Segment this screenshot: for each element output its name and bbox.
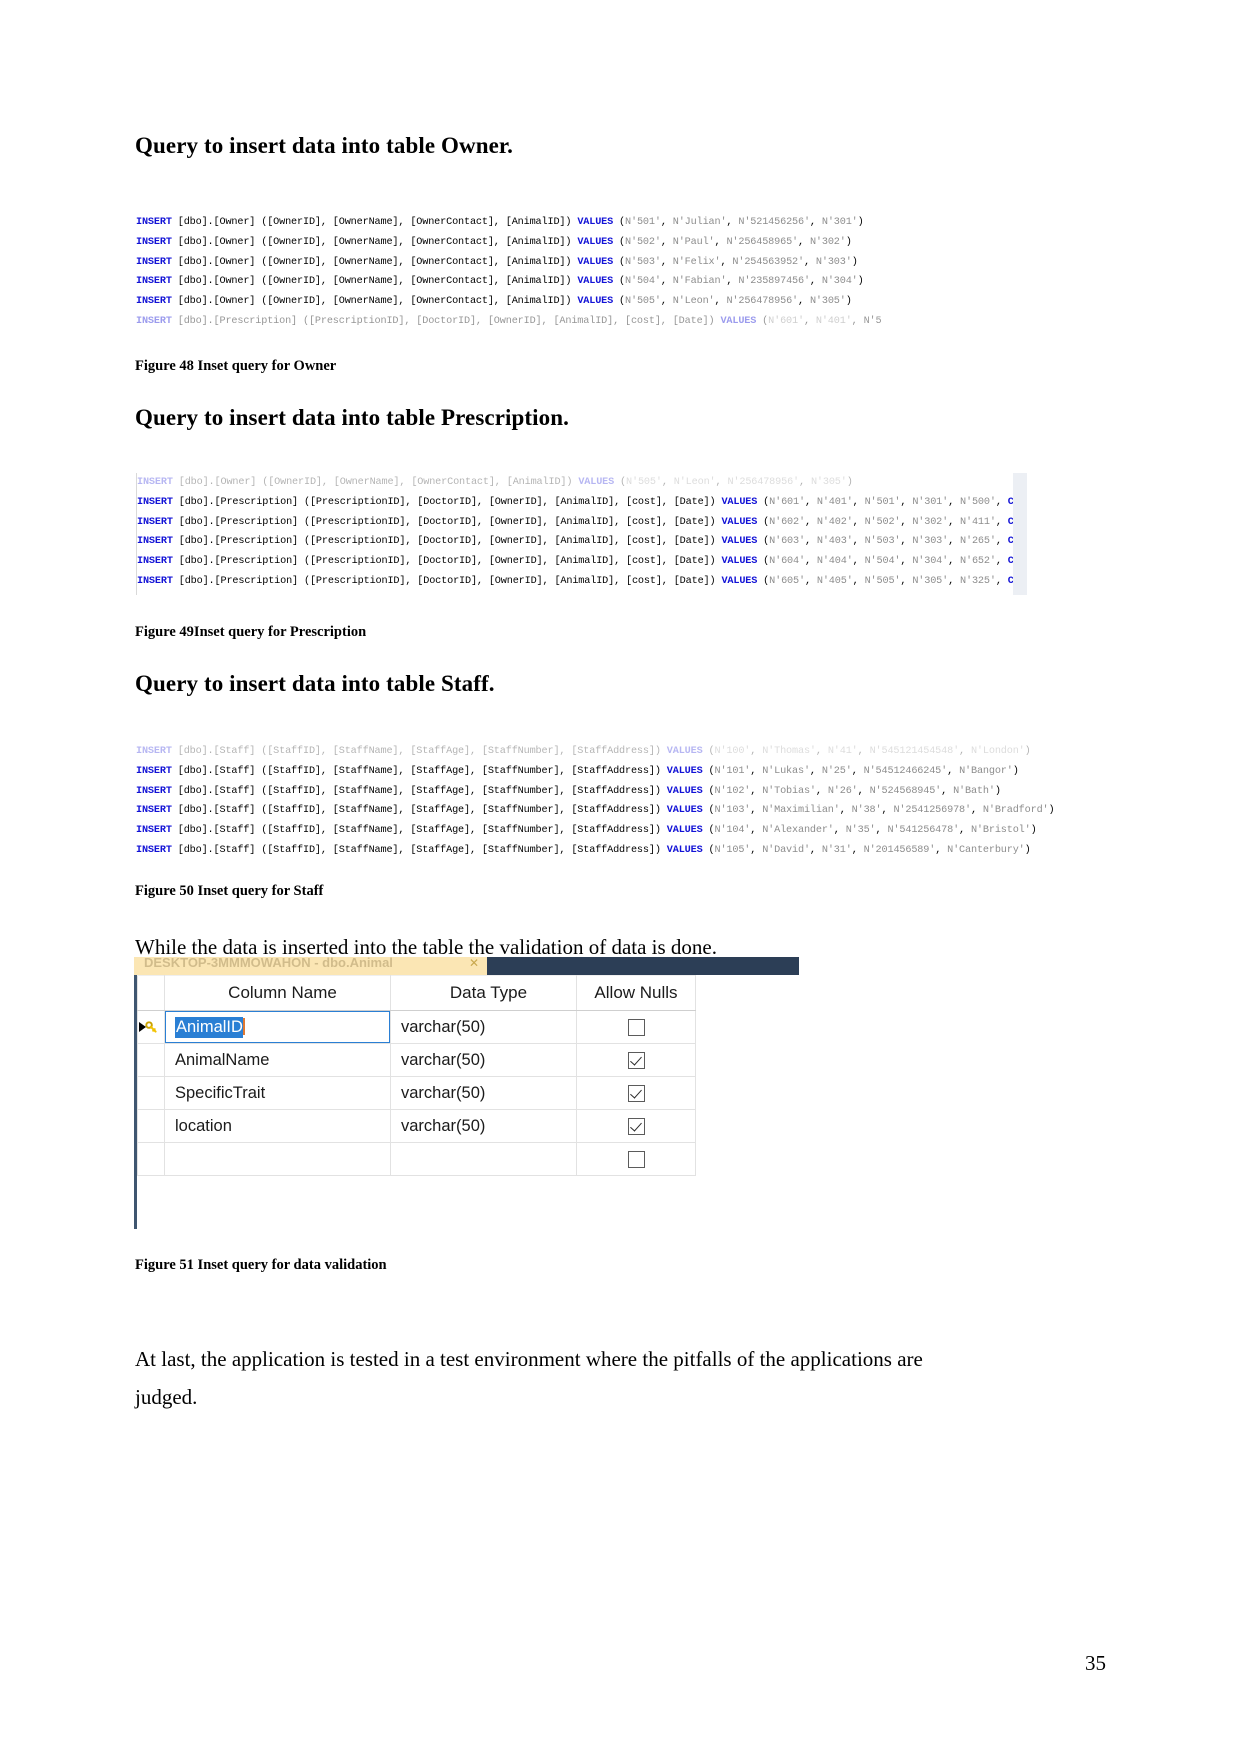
code-line: INSERT [dbo].[Owner] ([OwnerID], [OwnerN… <box>136 256 858 268</box>
code-line: INSERT [dbo].[Owner] ([OwnerID], [OwnerN… <box>136 217 864 228</box>
page-number: 35 <box>1085 1651 1106 1675</box>
cell-allow-nulls[interactable] <box>576 1109 696 1143</box>
code-line: INSERT [dbo].[Staff] ([StaffID], [StaffN… <box>136 844 1031 856</box>
allow-nulls-checkbox[interactable] <box>627 1051 645 1069</box>
cell-column-name[interactable]: SpecificTrait <box>164 1076 391 1110</box>
code-line: INSERT [dbo].[Staff] ([StaffID], [StaffN… <box>136 805 1055 817</box>
code-line: INSERT [dbo].[Staff] ([StaffID], [StaffN… <box>136 746 1031 757</box>
table-row[interactable] <box>137 1142 696 1176</box>
code-line: INSERT [dbo].[Prescription] ([Prescripti… <box>137 516 1027 528</box>
header-allow-nulls[interactable]: Allow Nulls <box>576 975 696 1011</box>
code-line: INSERT [dbo].[Owner] ([OwnerID], [OwnerN… <box>136 296 852 308</box>
header-data-type[interactable]: Data Type <box>390 975 577 1011</box>
allow-nulls-checkbox[interactable] <box>627 1150 645 1168</box>
code-line: INSERT [dbo].[Owner] ([OwnerID], [OwnerN… <box>136 236 852 248</box>
cell-data-type[interactable]: varchar(50) <box>390 1010 577 1044</box>
current-row-arrow-icon <box>139 1022 146 1032</box>
column-name-input[interactable]: AnimalID <box>164 1010 391 1044</box>
code-screenshot-staff: INSERT [dbo].[Staff] ([StaffID], [StaffN… <box>136 742 1056 862</box>
cell-column-name[interactable]: AnimalID <box>164 1010 391 1044</box>
code-line: INSERT [dbo].[Prescription] ([Prescripti… <box>137 575 1027 587</box>
editor-tab-label[interactable]: DESKTOP-3MMMOWAHON - dbo.Animal <box>144 957 393 970</box>
column-definition-grid: Column Name Data Type Allow Nulls Animal… <box>137 975 696 1176</box>
cell-allow-nulls[interactable] <box>576 1076 696 1110</box>
code-line: ALTER TABLE [dbo].[Prescription] WITH CH… <box>136 861 1056 862</box>
heading-staff: Query to insert data into table Staff. <box>135 671 495 696</box>
editor-tab-bar-empty <box>487 957 799 975</box>
code-line: INSERT [dbo].[Staff] ([StaffID], [StaffN… <box>136 785 1001 797</box>
code-line: INSERT [dbo].[Prescription] ([Prescripti… <box>137 536 1027 548</box>
cell-data-type[interactable]: varchar(50) <box>390 1043 577 1077</box>
row-selector[interactable] <box>137 1142 165 1176</box>
caption-figure-51: Figure 51 Inset query for data validatio… <box>135 1257 387 1273</box>
row-selector[interactable] <box>137 1043 165 1077</box>
row-selector[interactable] <box>137 1109 165 1143</box>
cell-column-name[interactable]: location <box>164 1109 391 1143</box>
allow-nulls-checkbox[interactable] <box>627 1117 645 1135</box>
ssms-table-designer: DESKTOP-3MMMOWAHON - dbo.Animal ✕ Column… <box>134 957 799 1229</box>
primary-key-indicator[interactable] <box>137 1010 165 1044</box>
table-row[interactable]: AnimalID varchar(50) <box>137 1010 696 1044</box>
code-line: INSERT [dbo].[Owner] ([OwnerID], [OwnerN… <box>137 477 853 488</box>
row-selector[interactable] <box>137 1076 165 1110</box>
cell-column-name[interactable]: AnimalName <box>164 1043 391 1077</box>
code-screenshot-owner: INSERT [dbo].[Owner] ([OwnerID], [OwnerN… <box>136 213 1016 333</box>
heading-owner: Query to insert data into table Owner. <box>135 133 513 158</box>
table-row[interactable]: AnimalName varchar(50) <box>137 1043 696 1077</box>
cell-column-name[interactable] <box>164 1142 391 1176</box>
table-row[interactable]: SpecificTrait varchar(50) <box>137 1076 696 1110</box>
header-column-name[interactable]: Column Name <box>164 975 391 1011</box>
grid-header-row: Column Name Data Type Allow Nulls <box>137 975 696 1011</box>
code-line: INSERT [dbo].[Prescription] ([Prescripti… <box>137 496 1027 508</box>
key-icon <box>144 1017 158 1035</box>
code-line: INSERT [dbo].[Staff] ([StaffID], [StaffN… <box>136 765 1019 777</box>
code-line: INSERT [dbo].[Prescription] ([Prescripti… <box>136 315 882 327</box>
allow-nulls-checkbox[interactable] <box>627 1084 645 1102</box>
cell-data-type[interactable]: varchar(50) <box>390 1076 577 1110</box>
code-line: INSERT [dbo].[Staff] ([StaffID], [StaffN… <box>136 825 1037 837</box>
caption-figure-50: Figure 50 Inset query for Staff <box>135 883 324 899</box>
selected-text: AnimalID <box>175 1017 243 1038</box>
cell-data-type[interactable] <box>390 1142 577 1176</box>
heading-prescription: Query to insert data into table Prescrip… <box>135 405 569 430</box>
code-screenshot-prescription: INSERT [dbo].[Owner] ([OwnerID], [OwnerN… <box>136 473 1027 595</box>
cell-allow-nulls[interactable] <box>576 1043 696 1077</box>
row-selector-header <box>137 975 165 1011</box>
cell-data-type[interactable]: varchar(50) <box>390 1109 577 1143</box>
document-page: Query to insert data into table Owner. I… <box>0 0 1241 1754</box>
code-line: INSERT [dbo].[Owner] ([OwnerID], [OwnerN… <box>136 276 864 288</box>
caption-figure-49: Figure 49Inset query for Prescription <box>135 624 367 640</box>
table-row[interactable]: location varchar(50) <box>137 1109 696 1143</box>
paragraph-closing: At last, the application is tested in a … <box>135 1347 923 1409</box>
code-line: INSERT [dbo].[Prescription] ([Prescripti… <box>137 556 1027 568</box>
close-icon[interactable]: ✕ <box>469 957 479 970</box>
allow-nulls-checkbox[interactable] <box>627 1018 645 1036</box>
caption-figure-48: Figure 48 Inset query for Owner <box>135 358 337 374</box>
cell-allow-nulls[interactable] <box>576 1010 696 1044</box>
text-caret <box>242 1018 245 1035</box>
cell-allow-nulls[interactable] <box>576 1142 696 1176</box>
